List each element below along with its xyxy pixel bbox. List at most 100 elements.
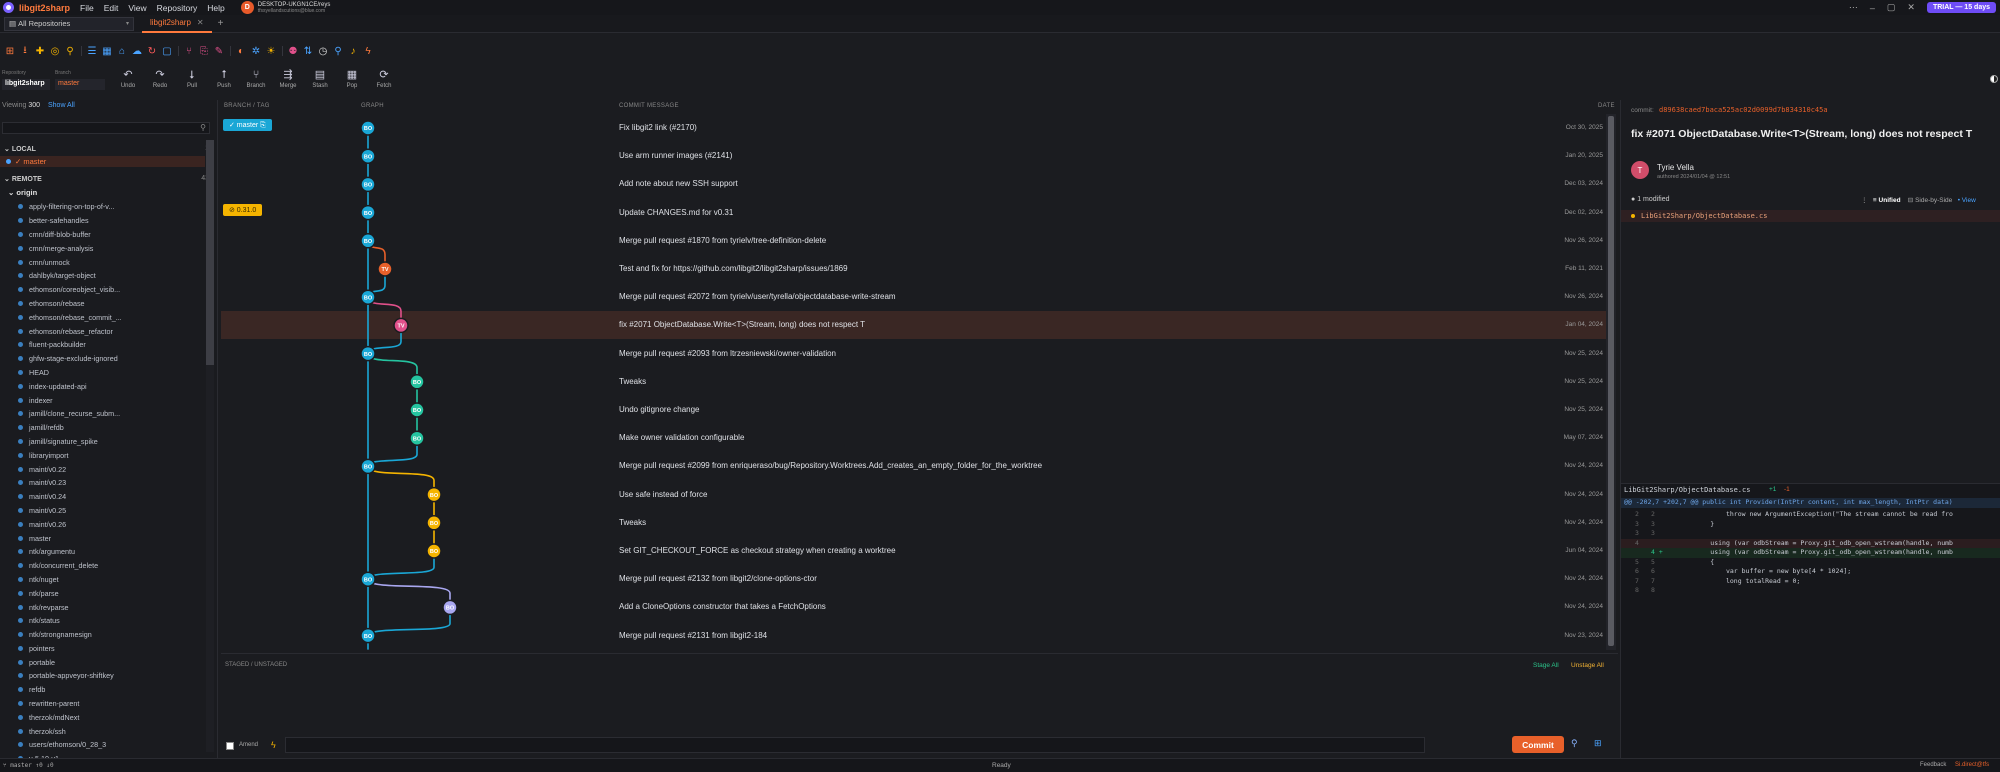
commit-sha[interactable]: d89638caed7baca525ac02d0099d7b834310c45a xyxy=(1659,106,1828,114)
minimize-icon[interactable]: – xyxy=(1870,3,1875,13)
commit-node[interactable]: BO xyxy=(409,402,425,418)
remote-branch-item[interactable]: jamill/clone_recurse_subm... xyxy=(18,407,203,421)
menu-view[interactable]: View xyxy=(128,3,146,13)
remote-branch-item[interactable]: ntk/parse xyxy=(18,586,203,600)
target-icon[interactable]: ◎ xyxy=(50,46,60,57)
commit-node[interactable]: TV xyxy=(377,261,393,277)
stage-all-button[interactable]: Stage All xyxy=(1533,662,1559,669)
action-pull[interactable]: ⭣ Pull xyxy=(176,68,208,96)
remote-branch-item[interactable]: jamill/refdb xyxy=(18,421,203,435)
action-undo[interactable]: ↶ Undo xyxy=(112,68,144,96)
remote-branch-item[interactable]: maint/v0.25 xyxy=(18,504,203,518)
remote-branch-item[interactable]: ethomson/coreobject_visib... xyxy=(18,283,203,297)
menu-edit[interactable]: Edit xyxy=(104,3,119,13)
remote-origin[interactable]: ⌄ origin xyxy=(8,188,37,197)
remote-branch-item[interactable]: dahlbyk/target-object xyxy=(18,269,203,283)
commit-node[interactable]: BO xyxy=(360,148,376,164)
list-icon[interactable]: ☰ xyxy=(87,46,97,57)
remote-branch-item[interactable]: ethomson/rebase xyxy=(18,297,203,311)
remote-branch-item[interactable]: libraryimport xyxy=(18,448,203,462)
ai-search-icon[interactable]: ⚲ xyxy=(1571,738,1578,749)
remote-section-label[interactable]: ⌄ REMOTE xyxy=(4,175,42,183)
grid-icon[interactable]: ▦ xyxy=(102,46,112,57)
commit-node[interactable]: BO xyxy=(360,233,376,249)
cloud-icon[interactable]: ☁ xyxy=(132,46,142,57)
add-icon[interactable]: ✚ xyxy=(35,46,45,57)
bell-icon[interactable]: ♪ xyxy=(348,46,358,57)
status-user[interactable]: Si.direct@tfs xyxy=(1955,762,1989,768)
remote-branch-item[interactable]: ghfw-stage-exclude-ignored xyxy=(18,352,203,366)
remote-branch-item[interactable]: fluent-packbuilder xyxy=(18,338,203,352)
action-branch[interactable]: ⑂ Branch xyxy=(240,68,272,96)
commit-node[interactable]: BO xyxy=(360,176,376,193)
unstage-all-button[interactable]: Unstage All xyxy=(1571,662,1604,669)
remote-branch-item[interactable]: ntk/revparse xyxy=(18,600,203,614)
user-profile[interactable]: D DESKTOP-UKGN1CE/reys tfssyellandscutio… xyxy=(240,1,330,14)
commit-node[interactable]: BO xyxy=(360,204,376,221)
commit-node[interactable]: BO xyxy=(426,543,442,559)
more-icon[interactable]: ⋮ xyxy=(1861,197,1868,204)
refresh-icon[interactable]: ↻ xyxy=(147,46,157,57)
branch-icon[interactable]: ⑂ xyxy=(184,46,194,57)
remote-branch-item[interactable]: master xyxy=(18,531,203,545)
graph-scroll-thumb[interactable] xyxy=(1608,116,1614,646)
search-tool-icon[interactable]: ⚲ xyxy=(65,46,75,57)
theme-toggle-icon[interactable] xyxy=(1990,75,1998,83)
options-icon[interactable]: ⊞ xyxy=(1594,738,1602,749)
graph-scrollbar[interactable] xyxy=(1606,114,1616,650)
tag-icon[interactable]: ⌂ xyxy=(117,46,127,57)
commit-node[interactable]: BO xyxy=(360,458,376,475)
action-merge[interactable]: ⇶ Merge xyxy=(272,68,304,96)
remote-branch-item[interactable]: portable-appveyor-shiftkey xyxy=(18,669,203,683)
maximize-icon[interactable]: ▢ xyxy=(1887,2,1896,13)
sun-icon[interactable]: ☀ xyxy=(266,46,276,57)
commit-node[interactable]: BO xyxy=(409,374,425,390)
lightning-icon[interactable]: ϟ xyxy=(363,46,373,57)
action-fetch[interactable]: ⟳ Fetch xyxy=(368,68,400,96)
local-section-label[interactable]: ⌄ LOCAL xyxy=(4,145,36,153)
tab-libgit2sharp[interactable]: libgit2sharp ✕ xyxy=(142,15,212,33)
remote-branch-item[interactable]: portable xyxy=(18,655,203,669)
close-icon[interactable]: ✕ xyxy=(1907,2,1915,13)
commit-node[interactable]: BO xyxy=(360,120,376,136)
remote-branch-item[interactable]: ntk/strongnamesign xyxy=(18,628,203,642)
remote-branch-item[interactable]: apply-filtering-on-top-of-v... xyxy=(18,200,203,214)
action-stash[interactable]: ▤ Stash xyxy=(304,68,336,96)
action-redo[interactable]: ↷ Redo xyxy=(144,68,176,96)
settings-icon[interactable]: ✲ xyxy=(251,46,261,57)
copy-icon[interactable]: ⎘ xyxy=(199,46,209,57)
remote-branch-item[interactable]: maint/v0.26 xyxy=(18,517,203,531)
commit-node[interactable]: BO xyxy=(360,627,376,644)
view-link[interactable]: • View xyxy=(1958,197,1976,204)
remote-branch-item[interactable]: better-safehandles xyxy=(18,214,203,228)
find-icon[interactable]: ⚲ xyxy=(333,46,343,57)
remote-branch-item[interactable]: pointers xyxy=(18,642,203,656)
remote-branch-item[interactable]: ntk/status xyxy=(18,614,203,628)
edit-icon[interactable]: ✎ xyxy=(214,46,224,57)
remote-branch-item[interactable]: ntk/nuget xyxy=(18,573,203,587)
remote-branch-item[interactable]: ethomson/rebase_commit_... xyxy=(18,310,203,324)
commit-node[interactable]: BO xyxy=(360,571,376,587)
remote-branch-item[interactable]: rewritten-parent xyxy=(18,697,203,711)
remote-branch-item[interactable]: jamill/signature_spike xyxy=(18,435,203,449)
remote-branch-item[interactable]: HEAD xyxy=(18,366,203,380)
trial-badge[interactable]: TRIAL — 15 days xyxy=(1926,2,1996,13)
local-branch-master[interactable]: ✓ master xyxy=(0,156,205,167)
remote-branch-item[interactable]: indexer xyxy=(18,393,203,407)
remote-branch-item[interactable]: index-updated-api xyxy=(18,379,203,393)
remote-branch-item[interactable]: cmn/merge-analysis xyxy=(18,241,203,255)
feedback-link[interactable]: Feedback xyxy=(1920,762,1946,768)
action-push[interactable]: ⭡ Push xyxy=(208,68,240,96)
remote-branch-item[interactable]: ethomson/rebase_refactor xyxy=(18,324,203,338)
sidebar-scroll-thumb[interactable] xyxy=(206,140,214,365)
commit-node[interactable]: TV xyxy=(393,317,409,334)
repository-name[interactable]: libgit2sharp xyxy=(2,79,50,90)
palette-icon[interactable]: ◐ xyxy=(236,46,246,57)
commit-node[interactable]: BO xyxy=(360,345,376,362)
remote-branch-item[interactable]: maint/v0.22 xyxy=(18,462,203,476)
show-all-link[interactable]: Show All xyxy=(48,102,75,109)
commit-node[interactable]: BO xyxy=(360,289,376,305)
add-tab-icon[interactable]: + xyxy=(218,18,224,29)
bug-icon[interactable]: ⚉ xyxy=(288,46,298,57)
download-icon[interactable]: ⭳ xyxy=(20,43,30,60)
